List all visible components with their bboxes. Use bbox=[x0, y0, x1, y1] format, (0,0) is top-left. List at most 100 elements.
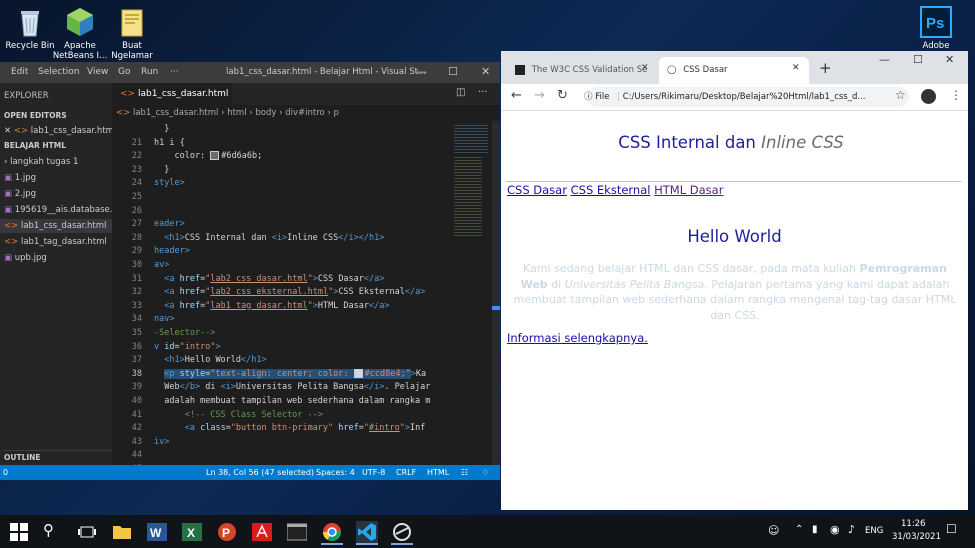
code-line[interactable]: -Selector--> bbox=[154, 327, 215, 341]
code-line[interactable]: } bbox=[154, 123, 169, 137]
chrome-icon[interactable] bbox=[321, 521, 343, 545]
windows-start-icon[interactable] bbox=[8, 521, 30, 543]
explorer-item-folder[interactable]: › langkah tugas 1 bbox=[4, 155, 116, 169]
search-icon[interactable]: ⚲ bbox=[43, 521, 65, 543]
code-line[interactable]: color: #6d6a6b; bbox=[154, 150, 262, 164]
code-line[interactable]: <h1>CSS Internal dan <i>Inline CSS</i></… bbox=[154, 232, 384, 246]
menu-more[interactable]: ··· bbox=[170, 67, 179, 77]
minimap[interactable] bbox=[450, 121, 492, 465]
people-icon[interactable]: ☺ bbox=[768, 524, 779, 537]
code-line[interactable]: <!-- CSS Class Selector --> bbox=[154, 409, 323, 423]
more-info-link[interactable]: Informasi selengkapnya. bbox=[507, 331, 648, 345]
maximize-icon[interactable]: ☐ bbox=[448, 65, 458, 78]
clock-time[interactable]: 11:26 bbox=[901, 519, 926, 529]
code-line[interactable]: <a href="lab2_css_dasar.html">CSS Dasar<… bbox=[154, 273, 384, 287]
code-editor[interactable]: } 21 h1 i {22 color: #6d6a6b; 23 } 24 style> 2… bbox=[112, 121, 450, 465]
code-line[interactable]: <h1>Hello World</h1> bbox=[154, 354, 266, 368]
explorer-item-file[interactable]: ▣ 195619__ais.database.... bbox=[4, 203, 116, 217]
explorer-item-file[interactable]: ▣ upb.jpg bbox=[4, 251, 116, 265]
terminal-icon[interactable] bbox=[286, 521, 308, 543]
app-icon[interactable] bbox=[391, 521, 413, 545]
breadcrumb-item[interactable]: body bbox=[255, 108, 276, 118]
adobe-shortcut[interactable]: Ps Adobe bbox=[906, 6, 966, 51]
browser-tab-active[interactable]: ◯ CSS Dasar bbox=[659, 57, 809, 84]
close-tab-icon[interactable]: ✕ bbox=[792, 63, 800, 73]
code-line[interactable]: av> bbox=[154, 259, 169, 273]
minimize-icon[interactable]: — bbox=[879, 53, 890, 66]
volume-icon[interactable]: ♪ bbox=[848, 523, 855, 536]
bell-icon[interactable]: ♢ bbox=[482, 465, 489, 480]
language-indicator[interactable]: ENG bbox=[865, 526, 883, 536]
close-icon[interactable]: ✕ bbox=[481, 65, 490, 78]
browser-tab-validator[interactable]: The W3C CSS Validation Se bbox=[509, 57, 659, 84]
menu-edit[interactable]: Edit bbox=[11, 67, 28, 77]
cursor-position[interactable]: Ln 38, Col 56 (47 selected) bbox=[206, 465, 314, 480]
file-explorer-icon[interactable] bbox=[111, 521, 133, 543]
word-icon[interactable]: W bbox=[146, 521, 168, 543]
code-line[interactable]: adalah membuat tampilan web sederhana da… bbox=[154, 395, 430, 409]
close-icon[interactable]: ✕ bbox=[4, 126, 11, 136]
wifi-icon[interactable]: ◉ bbox=[830, 523, 840, 536]
editor-scrollbar[interactable] bbox=[492, 121, 500, 465]
feedback-icon[interactable]: ☷ bbox=[461, 465, 468, 480]
nav-link-html-dasar[interactable]: HTML Dasar bbox=[654, 183, 723, 197]
code-line[interactable]: <a href="lab1_tag_dasar.html">HTML Dasar… bbox=[154, 300, 389, 314]
breadcrumb-item[interactable]: div#intro bbox=[285, 108, 325, 118]
code-line[interactable]: <a href="lab2_css_eksternal.html">CSS Ek… bbox=[154, 286, 425, 300]
code-line[interactable]: <a class="button btn-primary" href="#int… bbox=[154, 422, 426, 436]
explorer-item-file[interactable]: <> lab1_tag_dasar.html bbox=[4, 235, 116, 249]
code-line[interactable]: eader> bbox=[154, 218, 185, 232]
menu-run[interactable]: Run bbox=[141, 67, 158, 77]
back-icon[interactable]: ← bbox=[511, 88, 522, 103]
code-line[interactable]: Web</b> di <i>Universitas Pelita Bangsa<… bbox=[154, 381, 430, 395]
breadcrumb-item[interactable]: p bbox=[334, 108, 339, 118]
explorer-item-file-selected[interactable]: <> lab1_css_dasar.html bbox=[0, 219, 116, 233]
menu-view[interactable]: View bbox=[87, 67, 108, 77]
chevron-up-icon[interactable]: ⌃ bbox=[795, 524, 803, 535]
more-actions-icon[interactable]: ··· bbox=[478, 87, 488, 98]
split-editor-icon[interactable]: ◫ bbox=[456, 87, 465, 98]
code-line[interactable]: header> bbox=[154, 245, 190, 259]
forward-icon[interactable]: → bbox=[534, 88, 545, 103]
netbeans-shortcut[interactable]: Apache NetBeans I... bbox=[50, 6, 110, 61]
code-line[interactable]: v id="intro"> bbox=[154, 341, 221, 355]
code-line[interactable]: } bbox=[154, 164, 169, 178]
notifications-icon[interactable]: ☐ bbox=[946, 522, 957, 536]
vscode-icon[interactable] bbox=[356, 521, 378, 545]
open-editors-heading[interactable]: OPEN EDITORS bbox=[4, 109, 116, 123]
clock-date[interactable]: 31/03/2021 bbox=[892, 532, 941, 542]
editor-tab-active[interactable]: <> lab1_css_dasar.html ✕ bbox=[112, 83, 232, 121]
code-line[interactable]: nav> bbox=[154, 313, 174, 327]
open-editor-item[interactable]: ✕ <> lab1_css_dasar.html bbox=[4, 124, 116, 138]
avatar[interactable] bbox=[921, 89, 936, 104]
powerpoint-icon[interactable]: P bbox=[216, 521, 238, 543]
explorer-item-file[interactable]: ▣ 2.jpg bbox=[4, 187, 116, 201]
code-line[interactable]: <p style="text-align: center; color: #cc… bbox=[154, 368, 426, 382]
code-line[interactable]: h1 i { bbox=[154, 137, 185, 151]
excel-icon[interactable]: X bbox=[181, 521, 203, 543]
code-line[interactable]: iv> bbox=[154, 436, 169, 450]
acrobat-icon[interactable] bbox=[251, 521, 273, 543]
eol[interactable]: CRLF bbox=[396, 465, 416, 480]
minimize-icon[interactable]: — bbox=[416, 65, 427, 78]
breadcrumb-item[interactable]: lab1_css_dasar.html bbox=[133, 108, 218, 118]
indentation[interactable]: Spaces: 4 bbox=[316, 465, 355, 480]
task-view-icon[interactable] bbox=[76, 521, 98, 543]
remote-indicator[interactable]: 0 bbox=[0, 465, 11, 480]
nav-link-css-eksternal[interactable]: CSS Eksternal bbox=[571, 183, 651, 197]
buat-ngelamar-shortcut[interactable]: Buat Ngelamar bbox=[102, 6, 162, 61]
outline-heading[interactable]: OUTLINE bbox=[4, 450, 116, 465]
code-line[interactable]: style> bbox=[154, 177, 185, 191]
folder-heading[interactable]: BELAJAR HTML bbox=[4, 139, 116, 153]
explorer-item-file[interactable]: ▣ 1.jpg bbox=[4, 171, 116, 185]
language-mode[interactable]: HTML bbox=[427, 465, 449, 480]
close-tab-icon[interactable]: ✕ bbox=[641, 63, 649, 73]
close-icon[interactable]: ✕ bbox=[945, 53, 954, 66]
menu-go[interactable]: Go bbox=[118, 67, 130, 77]
encoding[interactable]: UTF-8 bbox=[362, 465, 385, 480]
reload-icon[interactable]: ↻ bbox=[557, 88, 568, 103]
battery-icon[interactable]: ▮ bbox=[812, 524, 818, 535]
menu-selection[interactable]: Selection bbox=[38, 67, 79, 77]
address-bar[interactable]: ⓘ File | C:/Users/Rikimaru/Desktop/Belaj… bbox=[584, 87, 909, 107]
new-tab-button[interactable]: + bbox=[819, 59, 832, 77]
